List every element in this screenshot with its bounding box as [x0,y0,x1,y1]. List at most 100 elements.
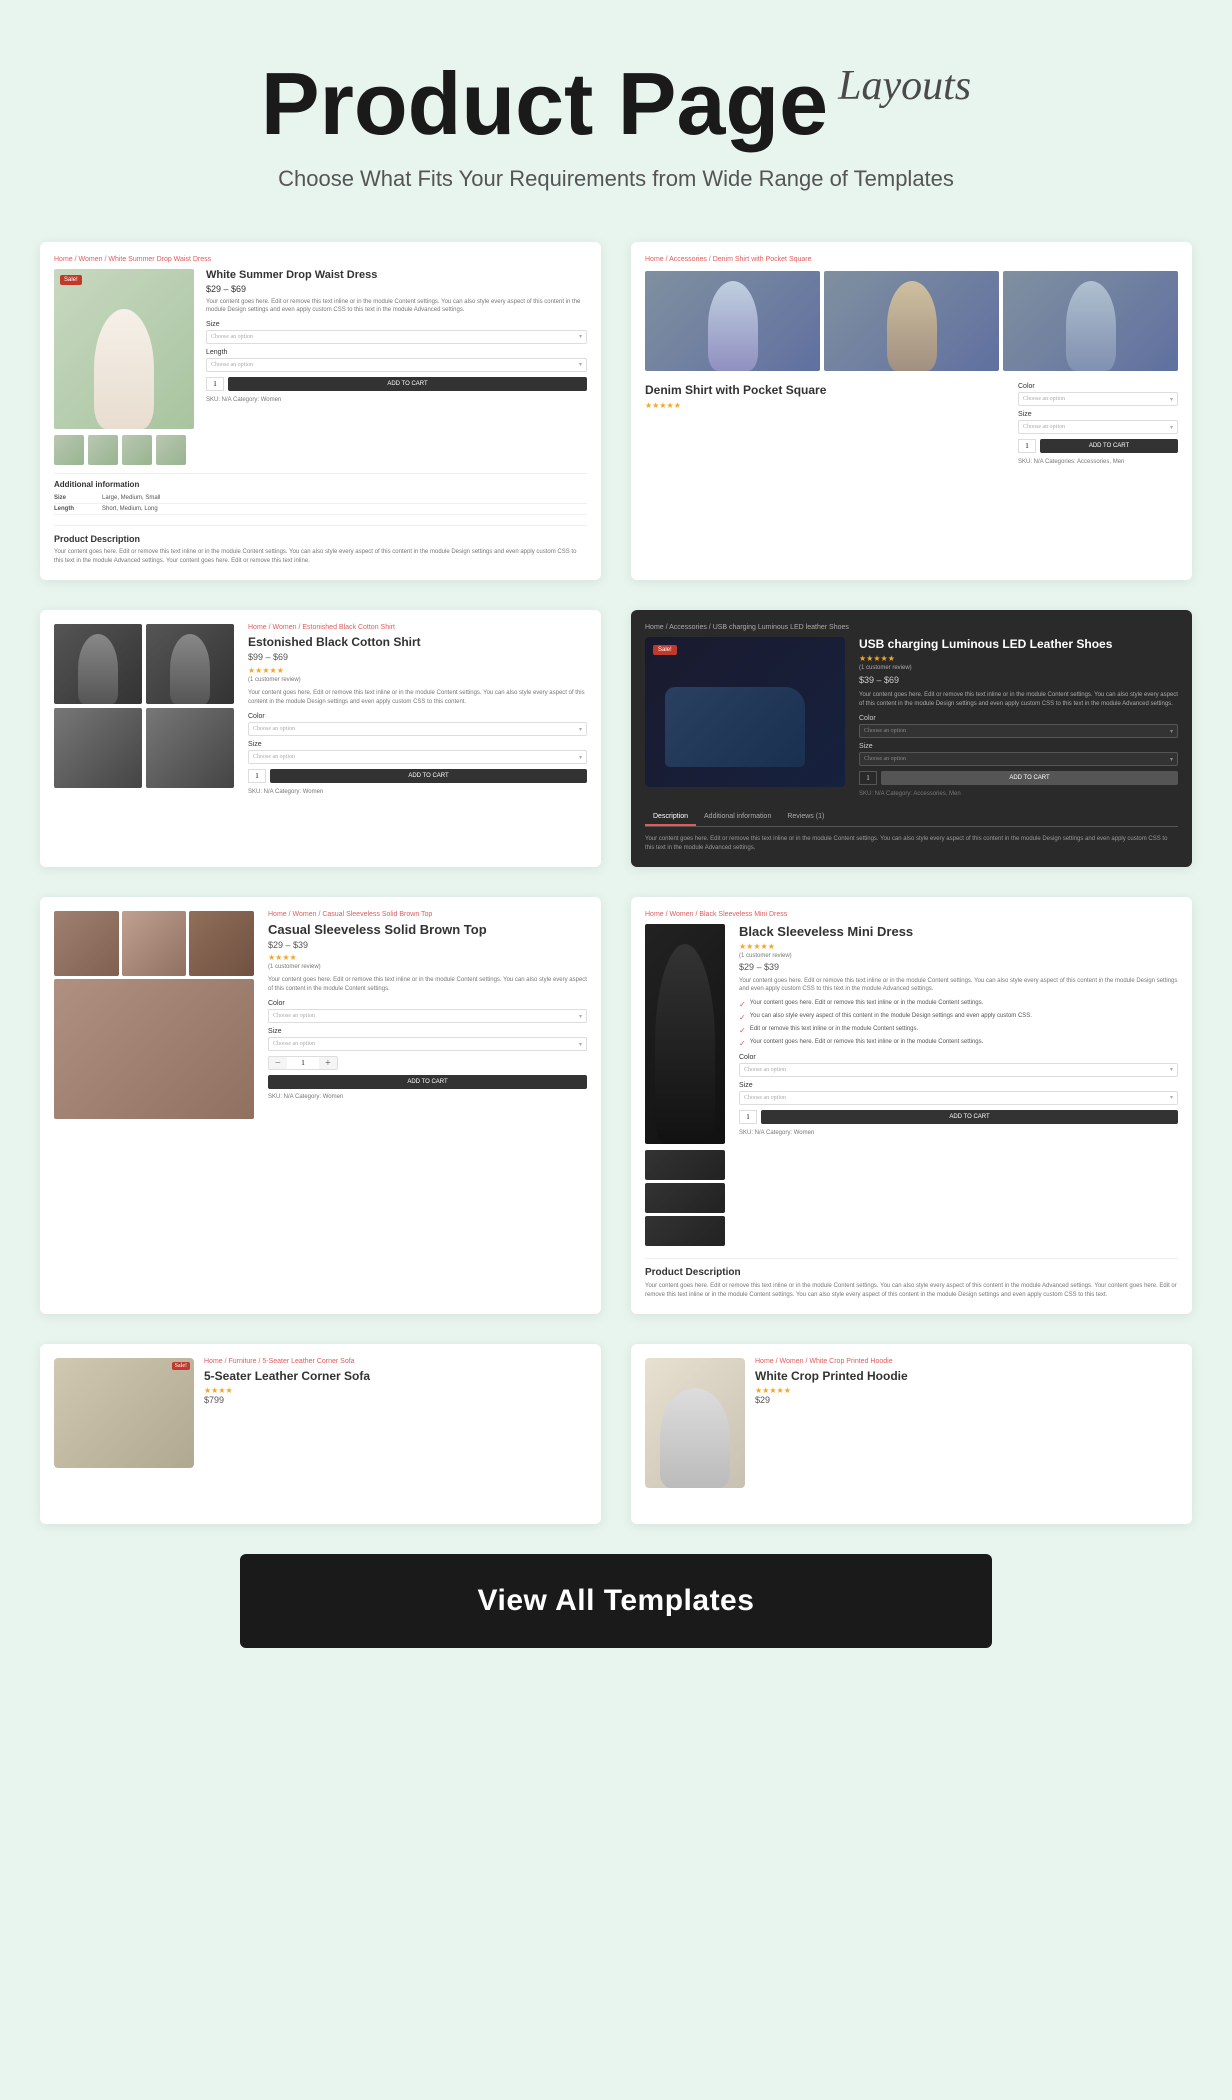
t3-size-arrow: ▾ [579,754,582,761]
t4-tab-reviews[interactable]: Reviews (1) [779,809,832,826]
t2-qty-cart: 1 ADD TO CART [1018,439,1178,453]
t1-length-select[interactable]: Choose an option ▾ [206,358,587,372]
pc-hoodie-figure [660,1388,730,1488]
t3-figure-1 [78,634,118,704]
t4-quantity[interactable]: 1 [859,771,877,785]
t2-add-to-cart[interactable]: ADD TO CART [1040,439,1178,453]
t3-bottom-row [54,708,234,788]
pc-sofa-breadcrumb: Home / Furniture / 5-Seater Leather Corn… [204,1358,370,1365]
t2-bottom: Denim Shirt with Pocket Square ★★★★★ Col… [645,383,1178,465]
t2-image-grid [645,271,1178,371]
t6-price: $29 – $39 [739,962,1178,972]
t4-main-image: Sale! [645,637,845,787]
page-title: Product Page [261,60,828,148]
t1-info-row-size: Size Large, Medium, Small [54,493,587,504]
t5-price: $29 – $39 [268,940,587,950]
t6-size-select[interactable]: Choose an option ▾ [739,1091,1178,1105]
t6-add-to-cart[interactable]: ADD TO CART [761,1110,1178,1124]
t5-size-label: Size [268,1028,587,1035]
t5-size-select[interactable]: Choose an option ▾ [268,1037,587,1051]
t3-breadcrumb: Home / Women / Estonished Black Cotton S… [248,624,587,631]
t1-size-select[interactable]: Choose an option ▾ [206,330,587,344]
t2-quantity[interactable]: 1 [1018,439,1036,453]
t5-qty-plus[interactable]: + [319,1057,337,1069]
t6-check-text-2: You can also style every aspect of this … [750,1013,1032,1019]
t5-breadcrumb: Home / Women / Casual Sleeveless Solid B… [268,911,587,918]
title-wrapper: Product Page Layouts [40,60,1192,148]
t5-color-select[interactable]: Choose an option ▾ [268,1009,587,1023]
t5-add-to-cart[interactable]: ADD TO CART [268,1075,587,1089]
templates-grid: Home / Women / White Summer Drop Waist D… [40,242,1192,1314]
t1-length-info-value: Short, Medium, Long [102,506,158,512]
pc-hoodie-stars: ★★★★★ [755,1386,908,1395]
pc-sofa-image: Sale! [54,1358,194,1468]
t6-color-placeholder: Choose an option [744,1067,786,1073]
t5-product-title: Casual Sleeveless Solid Brown Top [268,922,587,937]
t5-image-1 [54,911,119,976]
t1-thumb-1 [54,435,84,465]
t5-qty-minus[interactable]: − [269,1057,287,1069]
t1-size-info-value: Large, Medium, Small [102,495,160,501]
t4-tab-additional-info[interactable]: Additional information [696,809,779,826]
t4-add-to-cart[interactable]: ADD TO CART [881,771,1178,785]
t4-size-label: Size [859,743,1178,750]
t2-size-placeholder: Choose an option [1023,424,1065,430]
t6-color-select[interactable]: Choose an option ▾ [739,1063,1178,1077]
pc-hoodie-title: White Crop Printed Hoodie [755,1369,908,1383]
t6-size-arrow: ▾ [1170,1094,1173,1101]
pc-hoodie-price: $29 [755,1395,908,1405]
t1-thumb-4 [156,435,186,465]
t2-size-select[interactable]: Choose an option ▾ [1018,420,1178,434]
t3-product-title: Estonished Black Cotton Shirt [248,635,587,649]
t3-qty-cart: 1 ADD TO CART [248,769,587,783]
t4-sale-badge: Sale! [653,645,677,655]
view-all-templates-button[interactable]: View All Templates [240,1554,992,1648]
pc-sofa-price: $799 [204,1395,370,1405]
t1-quantity[interactable]: 1 [206,377,224,391]
t3-size-select[interactable]: Choose an option ▾ [248,750,587,764]
t4-meta: SKU: N/A Category: Accessories, Men [859,791,1178,797]
t1-add-info-title: Additional information [54,480,587,489]
t4-top: Sale! USB charging Luminous LED Leather … [645,637,1178,797]
t2-figure-2 [887,281,937,371]
t1-length-placeholder: Choose an option [211,362,253,368]
pc-hoodie-inner: Home / Women / White Crop Printed Hoodie… [631,1344,1192,1524]
pc-sofa-badge: Sale! [172,1362,190,1370]
t3-color-select[interactable]: Choose an option ▾ [248,722,587,736]
t3-color-arrow: ▾ [579,726,582,733]
t1-add-to-cart[interactable]: ADD TO CART [228,377,587,391]
t6-images [645,924,725,1246]
t2-color-label: Color [1018,383,1178,390]
t6-size-label: Size [739,1082,1178,1089]
t4-size-select[interactable]: Choose an option ▾ [859,752,1178,766]
t3-add-to-cart[interactable]: ADD TO CART [270,769,587,783]
t2-color-select[interactable]: Choose an option ▾ [1018,392,1178,406]
t6-product-desc-section: Product Description Your content goes he… [645,1258,1178,1300]
t6-check-icon-1: ✓ [739,1000,746,1009]
t2-figure-1 [708,281,758,371]
t1-thumbnails [54,435,194,465]
t3-image-3 [54,708,142,788]
t6-details: Black Sleeveless Mini Dress ★★★★★ (1 cus… [739,924,1178,1246]
t2-breadcrumb: Home / Accessories / Denim Shirt with Po… [645,256,1178,263]
t1-figure [94,309,154,429]
t3-quantity[interactable]: 1 [248,769,266,783]
t3-image-2 [146,624,234,704]
t5-size-arrow: ▾ [579,1041,582,1048]
t1-size-placeholder: Choose an option [211,334,253,340]
t6-check-icon-2: ✓ [739,1013,746,1022]
t4-shoe-figure [665,687,805,767]
t4-tab-description[interactable]: Description [645,809,696,826]
t6-color-label: Color [739,1054,1178,1061]
t2-image-3 [1003,271,1178,371]
t4-qty-cart: 1 ADD TO CART [859,771,1178,785]
t3-images [54,624,234,795]
t6-check-item-1: ✓ Your content goes here. Edit or remove… [739,1000,1178,1009]
preview-card-hoodie: Home / Women / White Crop Printed Hoodie… [631,1344,1192,1524]
t6-quantity[interactable]: 1 [739,1110,757,1124]
t1-images: Sale! [54,269,194,465]
t3-details: Home / Women / Estonished Black Cotton S… [248,624,587,795]
t1-breadcrumb: Home / Women / White Summer Drop Waist D… [54,256,587,263]
t5-image-large [54,979,254,1119]
t4-color-select[interactable]: Choose an option ▾ [859,724,1178,738]
